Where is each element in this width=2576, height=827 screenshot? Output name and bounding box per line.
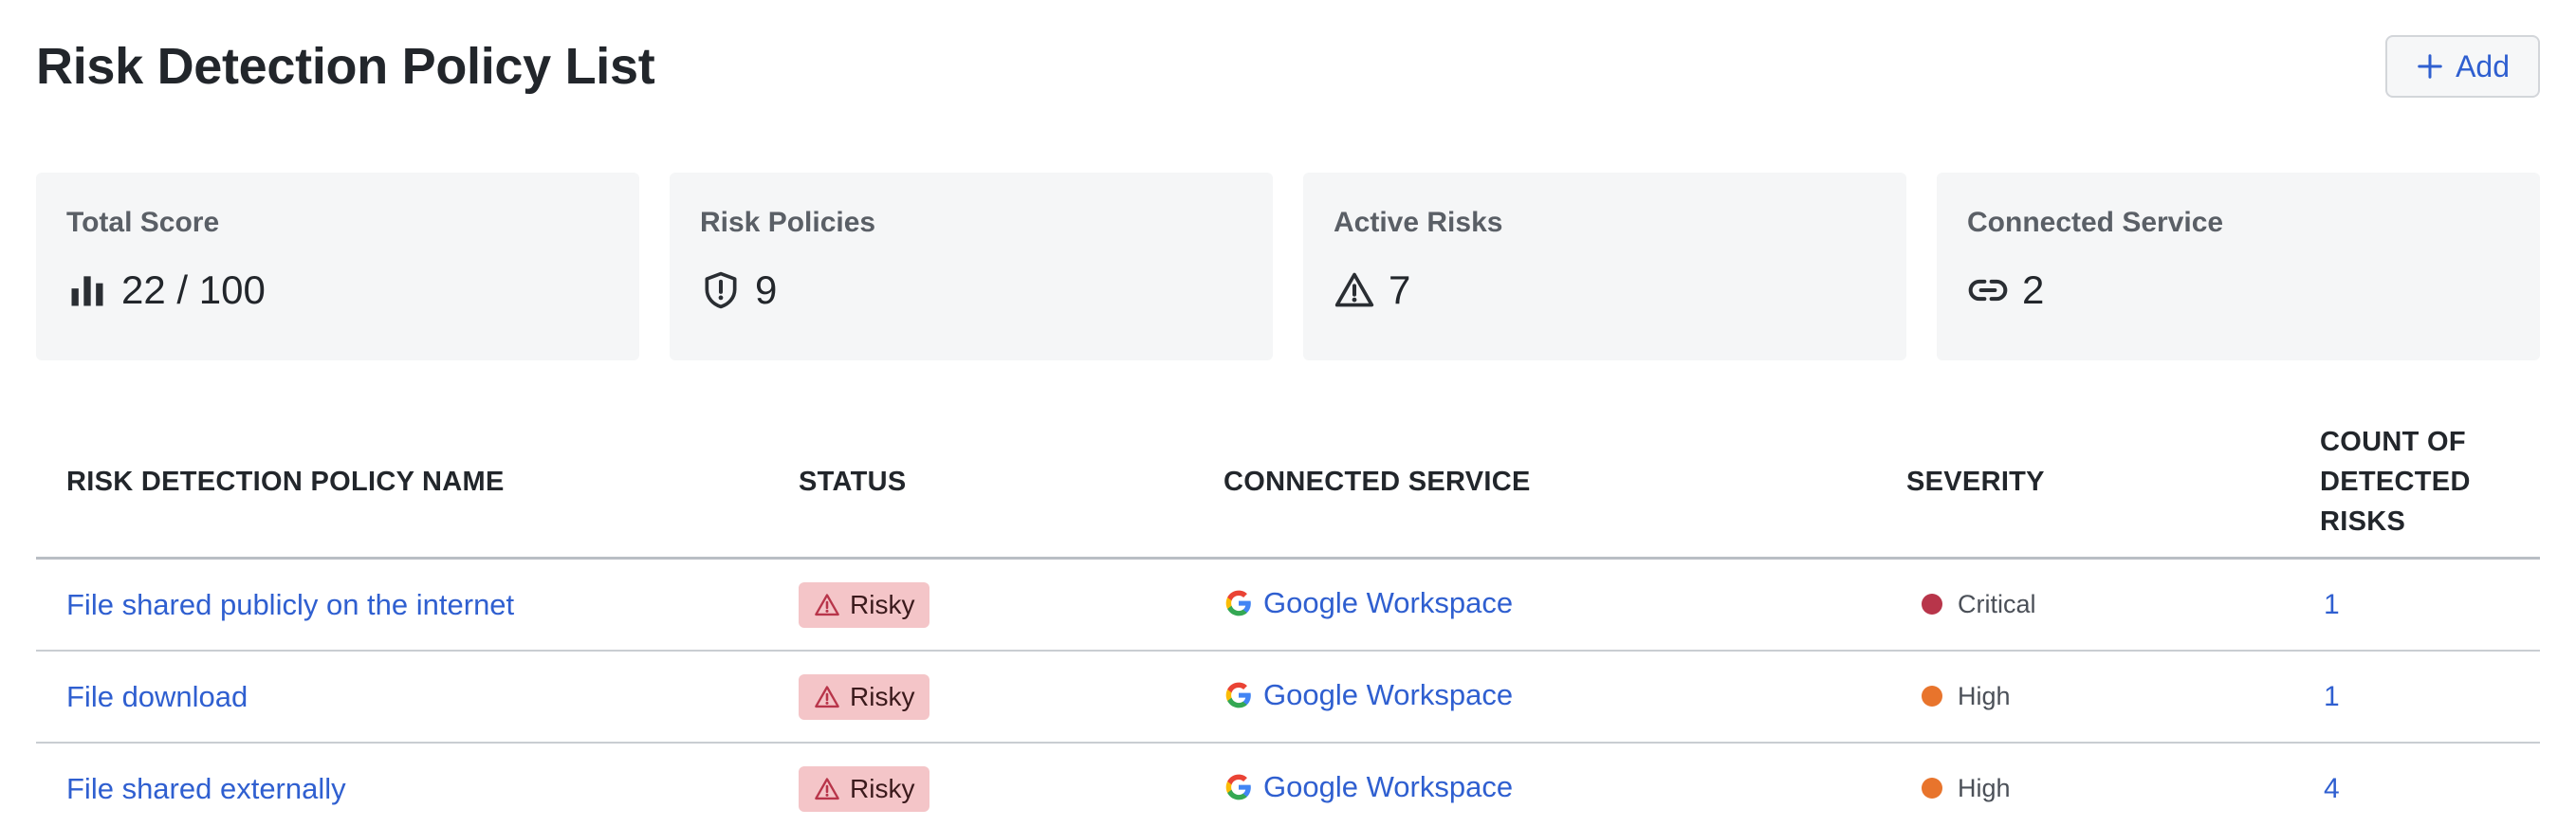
status-label: Risky: [850, 681, 915, 711]
status-badge: Risky: [799, 673, 930, 720]
google-icon: [1225, 774, 1251, 800]
service-link[interactable]: Google Workspace: [1224, 586, 1513, 620]
column-header-connected-service[interactable]: CONNECTED SERVICE: [1224, 462, 1906, 502]
stat-cards: Total Score 22 / 100 Risk Policies 9 Act…: [36, 173, 2540, 360]
stat-card-connected-service: Connected Service 2: [1937, 173, 2540, 360]
service-label: Google Workspace: [1263, 586, 1514, 619]
severity-dot: [1922, 686, 1942, 708]
severity-dot: [1922, 778, 1942, 799]
column-header-status[interactable]: STATUS: [799, 462, 1224, 502]
detected-count-link[interactable]: 4: [2320, 773, 2340, 804]
policy-name-link[interactable]: File download: [66, 680, 248, 713]
severity-indicator: High: [1906, 774, 2011, 803]
severity-label: Critical: [1958, 589, 2036, 618]
google-icon: [1225, 682, 1251, 708]
stat-card-value: 2: [2022, 267, 2045, 312]
status-badge: Risky: [799, 765, 930, 812]
column-header-policy-name[interactable]: RISK DETECTION POLICY NAME: [36, 462, 799, 502]
stat-card-label: Connected Service: [1967, 207, 2224, 238]
table-header: RISK DETECTION POLICY NAME STATUS CONNEC…: [36, 406, 2540, 560]
policy-name-link[interactable]: File shared externally: [66, 772, 346, 805]
service-label: Google Workspace: [1263, 678, 1514, 711]
status-badge: Risky: [799, 581, 930, 628]
status-label: Risky: [850, 589, 915, 619]
column-header-severity[interactable]: SEVERITY: [1906, 462, 2320, 502]
stat-card-value: 7: [1389, 267, 1411, 312]
policy-name-link[interactable]: File shared publicly on the internet: [66, 588, 514, 621]
shield-alert-icon: [705, 271, 737, 309]
severity-indicator: Critical: [1906, 590, 2036, 619]
severity-indicator: High: [1906, 682, 2011, 711]
google-icon: [1225, 590, 1251, 616]
column-header-count[interactable]: COUNT OF DETECTED RISKS: [2320, 422, 2540, 542]
service-link[interactable]: Google Workspace: [1224, 678, 1513, 712]
table-row: File shared externally Risky Google Work…: [36, 744, 2540, 827]
detected-count-link[interactable]: 1: [2320, 589, 2340, 620]
stat-card-label: Total Score: [66, 207, 220, 238]
stat-card-label: Active Risks: [1334, 207, 1503, 238]
page-title: Risk Detection Policy List: [36, 38, 655, 95]
warning-icon: [815, 685, 839, 708]
bar-chart-icon: [71, 276, 103, 306]
warning-icon: [815, 593, 839, 616]
stat-card-active-risks: Active Risks 7: [1303, 173, 1906, 360]
stat-card-risk-policies: Risk Policies 9: [670, 173, 1273, 360]
stat-card-value: 22 / 100: [121, 267, 266, 312]
stat-card-value: 9: [755, 267, 778, 312]
add-button[interactable]: Add: [2385, 35, 2540, 98]
stat-card-label: Risk Policies: [700, 207, 876, 238]
detected-count-link[interactable]: 1: [2320, 681, 2340, 712]
service-label: Google Workspace: [1263, 770, 1514, 803]
policy-table: RISK DETECTION POLICY NAME STATUS CONNEC…: [36, 406, 2540, 827]
stat-card-total-score: Total Score 22 / 100: [36, 173, 639, 360]
link-icon: [1968, 279, 2008, 302]
severity-label: High: [1958, 773, 2011, 802]
table-row: File download Risky Google Workspace Hig…: [36, 652, 2540, 744]
service-link[interactable]: Google Workspace: [1224, 770, 1513, 804]
status-label: Risky: [850, 773, 915, 803]
table-row: File shared publicly on the internet Ris…: [36, 560, 2540, 652]
severity-label: High: [1958, 681, 2011, 710]
plus-icon: [2418, 54, 2442, 79]
header: Risk Detection Policy List Add: [36, 23, 2540, 110]
warning-icon: [815, 777, 839, 799]
page: Risk Detection Policy List Add Total Sco…: [0, 0, 2576, 827]
severity-dot: [1922, 594, 1942, 616]
add-button-label: Add: [2456, 48, 2510, 83]
warning-icon: [1334, 272, 1374, 307]
